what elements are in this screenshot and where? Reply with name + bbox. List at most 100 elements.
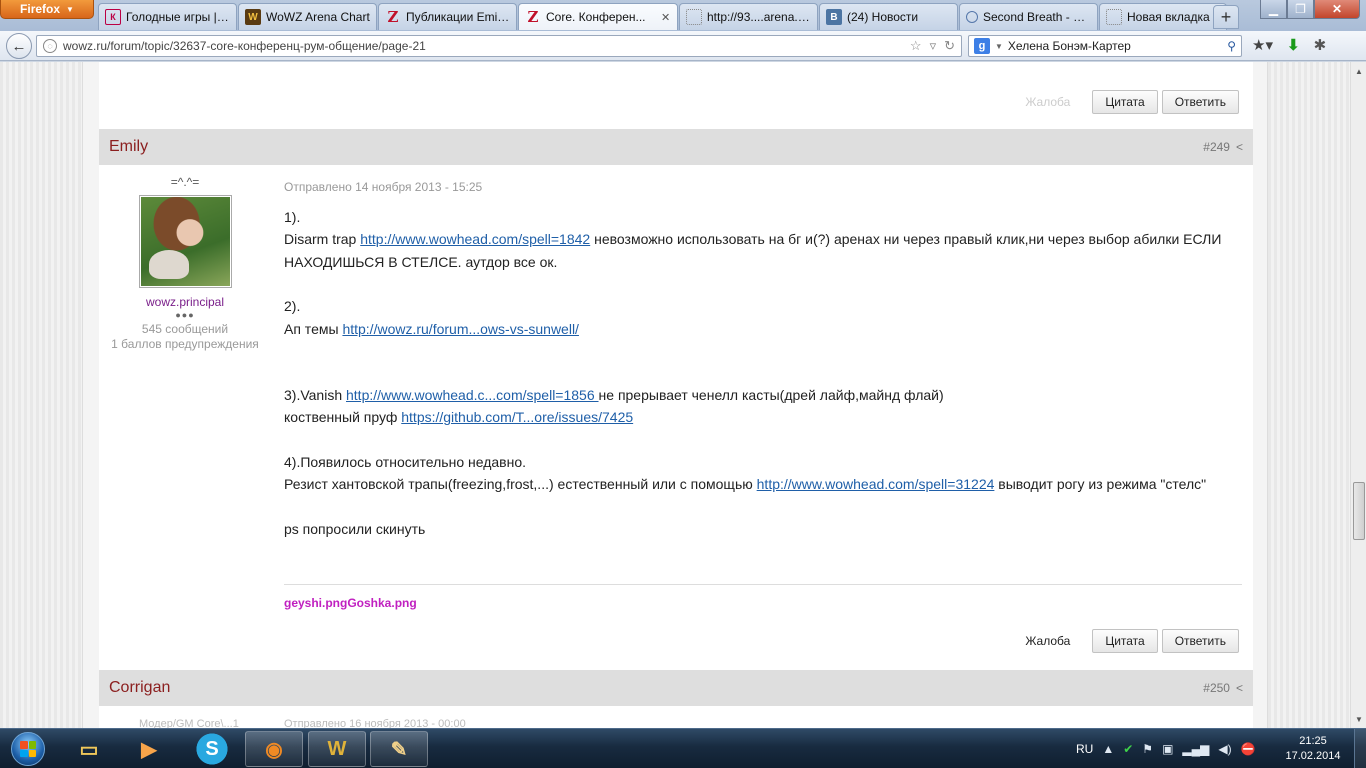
browser-tab-8[interactable]: Новая вкладка [1099, 3, 1227, 30]
post-author[interactable]: Emily [109, 138, 148, 156]
search-engine-dropdown-icon[interactable]: ▼ [995, 42, 1003, 51]
browser-tab-1[interactable]: К Голодные игры | С... [98, 3, 237, 30]
browser-tab-2[interactable]: W WoWZ Arena Chart [238, 3, 377, 30]
tab-title: (24) Новости [847, 10, 919, 24]
wowhead-link[interactable]: http://www.wowhead.c...com/spell=1856 [346, 387, 599, 403]
post-text: 1). Disarm trap http://www.wowhead.com/s… [284, 206, 1242, 540]
skype-icon[interactable]: S [183, 731, 241, 767]
wow-icon: W [245, 9, 261, 25]
clock-date: 17.02.2014 [1285, 750, 1341, 762]
share-icon[interactable]: < [1236, 140, 1243, 154]
post-author[interactable]: Corrigan [109, 679, 170, 697]
site-identity-icon[interactable]: ◌ [43, 39, 57, 53]
volume-icon[interactable]: ◀) [1218, 742, 1231, 756]
search-input[interactable]: Хелена Бонэм-Картер [1008, 39, 1222, 53]
browser-tab-6[interactable]: B (24) Новости [819, 3, 958, 30]
text-span: Ап темы [284, 320, 343, 337]
scroll-thumb[interactable] [1353, 482, 1365, 540]
back-button[interactable]: ← [6, 33, 32, 59]
search-icon[interactable]: ⚲ [1227, 39, 1236, 53]
post-count: 545 сообщений [141, 322, 229, 336]
browser-tab-7[interactable]: Second Breath - Ач... [959, 3, 1098, 30]
firefox-menu-button[interactable]: Firefox ▼ [0, 0, 94, 19]
windows-taskbar: ▭ ▶ S ◉ W ✎ RU ▲ ✔ ⚑ ▣ ▂▄▆ ◀) ⛔ 21:25 17… [0, 728, 1366, 768]
show-desktop-button[interactable] [1354, 729, 1366, 768]
download-arrow-icon[interactable]: ⬇ [1287, 36, 1300, 54]
address-bar[interactable]: ◌ wowz.ru/forum/topic/32637-core-конфере… [36, 35, 962, 57]
maximize-button[interactable]: ❐ [1287, 0, 1314, 19]
forum-link[interactable]: http://wowz.ru/forum...ows-vs-sunwell/ [342, 321, 579, 337]
firefox-icon[interactable]: ◉ [245, 731, 303, 767]
reply-button[interactable]: Ответить [1161, 90, 1239, 114]
explorer-icon[interactable]: ▭ [60, 731, 118, 767]
avatar[interactable] [138, 195, 232, 288]
report-link[interactable]: Жалоба [1025, 634, 1070, 648]
search-bar[interactable]: g ▼ Хелена Бонэм-Картер ⚲ [968, 35, 1242, 57]
tools-gear-icon[interactable]: ✱ [1314, 36, 1327, 54]
close-tab-icon[interactable]: ✕ [661, 11, 671, 24]
film-site-icon: К [105, 9, 121, 25]
browser-tab-3[interactable]: Z Публикации Emily... [378, 3, 517, 30]
divider [284, 584, 1242, 585]
post-number[interactable]: #250 [1203, 681, 1230, 695]
action-center-flag-icon[interactable]: ⚑ [1142, 742, 1153, 756]
post-header: Corrigan #250 < [99, 670, 1253, 706]
reply-button[interactable]: Ответить [1161, 629, 1239, 653]
text-span: коственный пруф [284, 409, 402, 426]
github-link[interactable]: https://github.com/T...ore/issues/7425 [401, 409, 633, 425]
checkmark-icon[interactable]: ✔ [1123, 742, 1133, 756]
media-player-icon[interactable]: ▶ [120, 731, 178, 767]
post-body: Отправлено 14 ноября 2013 - 15:25 1). Di… [284, 165, 1242, 540]
show-hidden-icons-icon[interactable]: ▲ [1102, 742, 1114, 756]
minimize-icon: ▁ [1268, 2, 1279, 16]
z-icon: Z [387, 8, 399, 26]
post-header: Emily #249 < [99, 129, 1253, 165]
user-title: =^.^= [170, 175, 200, 189]
second-breath-icon [966, 11, 978, 23]
paint-icon[interactable]: ✎ [370, 731, 428, 767]
wow-icon[interactable]: W [308, 731, 366, 767]
text-line: 3).Vanish http://www.wowhead.c...com/spe… [284, 384, 1242, 406]
language-indicator[interactable]: RU [1076, 742, 1093, 756]
reload-icon[interactable]: ↻ [944, 38, 955, 54]
post-number[interactable]: #249 [1203, 140, 1230, 154]
start-button[interactable] [2, 730, 54, 768]
report-link[interactable]: Жалоба [1025, 95, 1070, 109]
vertical-scrollbar[interactable]: ▲ ▼ [1350, 62, 1366, 728]
quote-button[interactable]: Цитата [1092, 629, 1158, 653]
bookmark-star-icon[interactable]: ☆ [910, 38, 922, 54]
text-line: 4).Появилось относительно недавно. [284, 453, 527, 470]
avatar-image [140, 197, 230, 286]
browser-tab-5[interactable]: http://93....arena.log [679, 3, 818, 30]
back-arrow-icon: ← [11, 37, 27, 55]
wowhead-link[interactable]: http://www.wowhead.com/spell=31224 [757, 476, 995, 492]
scroll-down-arrow-icon[interactable]: ▼ [1353, 713, 1365, 725]
user-title: Модер/GM Core\...1 [139, 718, 239, 728]
quote-button[interactable]: Цитата [1092, 90, 1158, 114]
minimize-button[interactable]: ▁ [1260, 0, 1287, 19]
history-dropdown-icon[interactable]: ▿ [930, 38, 937, 54]
text-line: коственный пруф https://github.com/T...o… [284, 406, 1242, 428]
bookmarks-menu-icon[interactable]: ★▾ [1252, 36, 1273, 54]
wowhead-link[interactable]: http://www.wowhead.com/spell=1842 [360, 231, 590, 247]
close-window-button[interactable]: ✕ [1314, 0, 1360, 19]
tab-title: http://93....arena.log [707, 10, 811, 24]
new-tab-button[interactable]: + [1213, 5, 1239, 29]
rank-dots: ●●● [175, 310, 195, 320]
share-icon[interactable]: < [1236, 681, 1243, 695]
url-text[interactable]: wowz.ru/forum/topic/32637-core-конференц… [63, 39, 904, 53]
blank-page-icon [686, 9, 702, 25]
browser-tab-4-active[interactable]: Z Core. Конферен... ✕ [518, 3, 678, 30]
clock[interactable]: 21:25 17.02.2014 [1278, 734, 1348, 764]
close-icon: ✕ [1331, 2, 1343, 16]
username-link[interactable]: wowz.principal [99, 295, 271, 309]
attachments[interactable]: geyshi.pngGoshka.png [284, 596, 417, 610]
scroll-up-arrow-icon[interactable]: ▲ [1353, 65, 1365, 77]
stop-icon[interactable]: ⛔ [1241, 742, 1256, 756]
usb-device-icon[interactable]: ▣ [1162, 742, 1173, 756]
text-span: не прерывает ченелл касты(дрей лайф,майн… [598, 387, 944, 404]
google-icon[interactable]: g [974, 38, 990, 54]
network-signal-icon[interactable]: ▂▄▆ [1182, 742, 1209, 756]
